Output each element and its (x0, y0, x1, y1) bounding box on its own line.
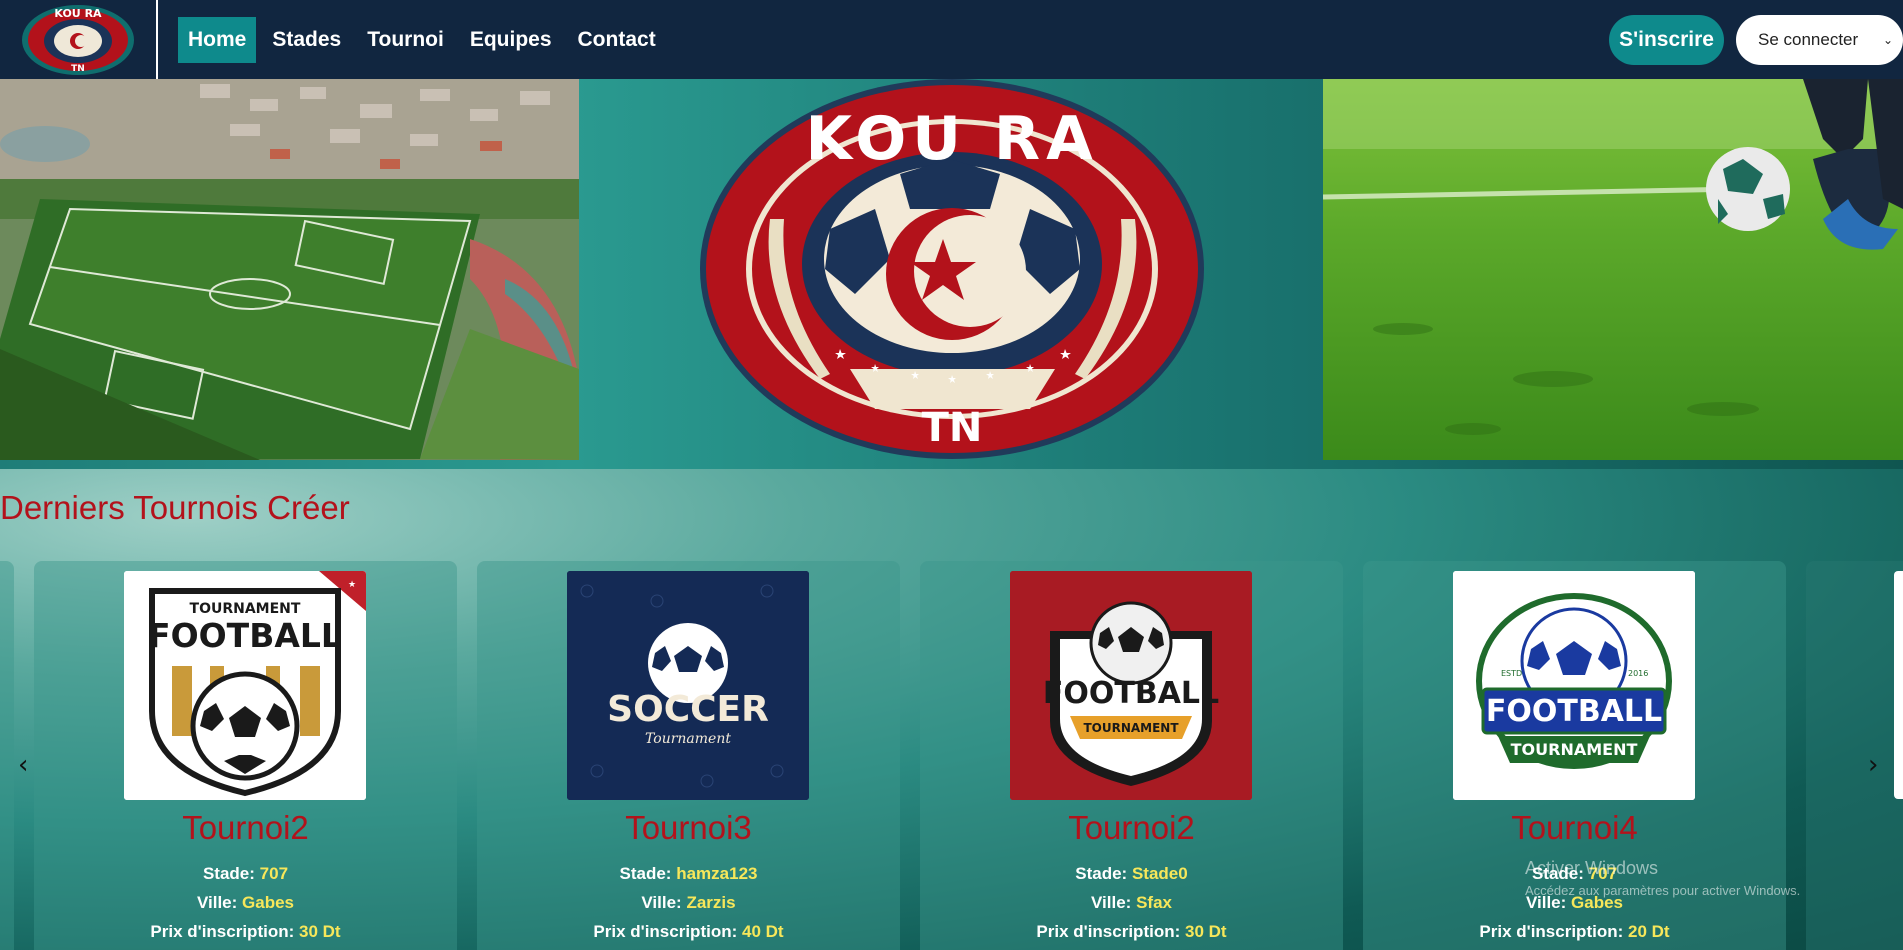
nav-links: Home Stades Tournoi Equipes Contact (178, 16, 666, 63)
tournament-stade: Stade: hamza123 (619, 864, 758, 883)
svg-text:TN: TN (71, 64, 85, 74)
windows-activation-watermark: Activer Windows Accédez aux paramètres p… (1525, 858, 1800, 898)
tournament-logo-image: ★ TOURNAMENT FOOTBALL (124, 571, 366, 800)
svg-text:TOURNAMENT: TOURNAMENT (1083, 721, 1179, 735)
carousel-card-partial-right (1806, 561, 1903, 950)
tournament-ville: Ville: Zarzis (641, 893, 736, 912)
tournament-logo-image: FOOTBALL TOURNAMENT (1010, 571, 1252, 800)
chevron-down-icon: ⌄ (1882, 32, 1893, 47)
watermark-title: Activer Windows (1525, 858, 1659, 878)
tournament-ville: Ville: Sfax (1091, 893, 1172, 912)
section-title: Derniers Tournois Créer (0, 489, 350, 526)
tournament-name: Tournoi3 (625, 809, 752, 846)
nav-link-contact[interactable]: Contact (568, 17, 666, 63)
stadium-aerial-image (0, 79, 579, 460)
svg-text:TN: TN (922, 405, 983, 451)
signup-button[interactable]: S'inscrire (1609, 14, 1724, 65)
partial-card-image (1894, 571, 1903, 799)
nav-actions: S'inscrire Se connecter ⌄ (1609, 14, 1903, 65)
svg-text:FOOTBALL: FOOTBALL (1486, 694, 1662, 729)
svg-text:FOOTBALL: FOOTBALL (1043, 676, 1219, 711)
svg-text:SOCCER: SOCCER (607, 689, 769, 730)
tournament-name: Tournoi2 (182, 809, 309, 846)
tournament-stade: Stade: Stade0 (1075, 864, 1188, 883)
svg-text:★: ★ (348, 580, 356, 590)
svg-text:TOURNAMENT: TOURNAMENT (190, 601, 301, 617)
carousel-next-icon[interactable]: › (1868, 750, 1878, 780)
svg-text:2016: 2016 (1628, 669, 1648, 678)
watermark-subtitle: Accédez aux paramètres pour activer Wind… (1525, 883, 1801, 898)
tournament-prix: Prix d'inscription: 30 Dt (1036, 922, 1227, 941)
svg-text:TOURNAMENT: TOURNAMENT (1511, 740, 1638, 759)
grass-football-image (1323, 79, 1903, 460)
carousel-card-partial-left (0, 561, 14, 950)
carousel-prev-icon[interactable]: ‹ (18, 750, 28, 780)
nav-link-home[interactable]: Home (178, 16, 257, 63)
tournament-ville: Ville: Gabes (196, 893, 295, 912)
svg-text:Tournament: Tournament (645, 731, 731, 747)
tournament-prix: Prix d'inscription: 30 Dt (150, 922, 341, 941)
tournament-card[interactable]: SOCCER Tournament Tournoi3 Stade: hamza1… (477, 561, 900, 950)
navbar: KOU RA TN Home Stades Tournoi Equipes Co… (0, 0, 1903, 79)
tournament-stade: Stade: 707 (202, 864, 289, 883)
tournament-card[interactable]: ★ TOURNAMENT FOOTBALL Tournoi2 Stade: 70… (34, 561, 457, 950)
svg-text:ESTD: ESTD (1501, 669, 1522, 678)
svg-text:KOU RA: KOU RA (54, 7, 102, 20)
tournament-name: Tournoi4 (1511, 809, 1638, 846)
hero-logo-emblem: KOU RA TN (700, 79, 1205, 460)
tournament-prix: Prix d'inscription: 20 Dt (1479, 922, 1670, 941)
site-logo[interactable]: KOU RA TN (0, 0, 158, 79)
login-select[interactable]: Se connecter ⌄ (1736, 14, 1903, 65)
nav-link-tournoi[interactable]: Tournoi (357, 17, 454, 63)
nav-link-stades[interactable]: Stades (262, 17, 351, 63)
tournament-name: Tournoi2 (1068, 809, 1195, 846)
svg-text:KOU RA: KOU RA (805, 104, 1098, 174)
tournament-prix: Prix d'inscription: 40 Dt (593, 922, 784, 941)
nav-link-equipes[interactable]: Equipes (460, 17, 562, 63)
tournament-logo-image: ESTD 2016 FOOTBALL TOURNAMENT (1453, 571, 1695, 800)
svg-text:FOOTBALL: FOOTBALL (148, 616, 342, 655)
tournament-logo-image: SOCCER Tournament (567, 571, 809, 800)
tournament-card[interactable]: FOOTBALL TOURNAMENT Tournoi2 Stade: Stad… (920, 561, 1343, 950)
hero-banner: KOU RA TN (0, 79, 1903, 469)
login-select-label: Se connecter (1758, 29, 1859, 49)
